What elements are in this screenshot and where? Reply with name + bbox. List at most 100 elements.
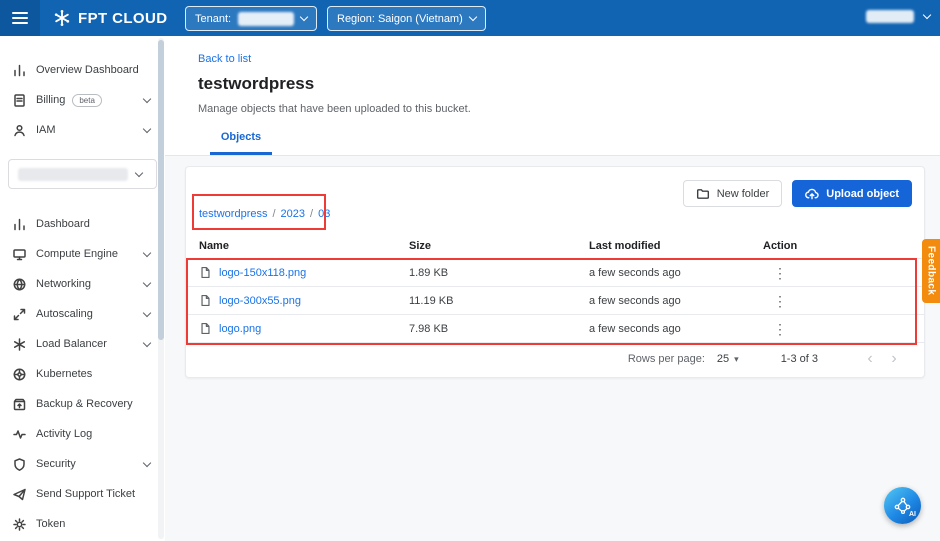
new-folder-button[interactable]: New folder — [683, 180, 783, 207]
sidebar-item-label: Load Balancer — [36, 338, 135, 350]
tenant-value-redacted — [238, 12, 294, 26]
region-selector[interactable]: Region: Saigon (Vietnam) — [327, 6, 486, 31]
sidebar-item-label: Activity Log — [36, 428, 155, 440]
folder-icon — [696, 187, 710, 201]
object-name-link[interactable]: logo.png — [219, 323, 261, 335]
chevron-down-icon — [469, 13, 477, 21]
table-row: logo-150x118.png 1.89 KB a few seconds a… — [186, 259, 924, 287]
chevron-down-icon — [143, 338, 151, 346]
tenant-label: Tenant: — [195, 13, 231, 25]
sidebar-item-label: Backup & Recovery — [36, 398, 155, 410]
breadcrumb-separator: / — [310, 208, 313, 220]
sidebar-item-kubernetes[interactable]: Kubernetes — [0, 359, 165, 389]
sidebar-item-networking[interactable]: Networking — [0, 269, 165, 299]
upload-cloud-icon — [805, 187, 819, 201]
sidebar-item-label: Token — [36, 518, 155, 530]
pagination: Rows per page: 25 ▾ 1-3 of 3 ‹ › — [186, 341, 924, 377]
sidebar-item-backup-recovery[interactable]: Backup & Recovery — [0, 389, 165, 419]
sidebar-item-label: Networking — [36, 278, 135, 290]
sidebar-item-security[interactable]: Security — [0, 449, 165, 479]
feedback-tab[interactable]: Feedback — [922, 239, 940, 303]
breadcrumb-separator: / — [272, 208, 275, 220]
column-header-last-modified: Last modified — [589, 240, 763, 252]
object-name-link[interactable]: logo-150x118.png — [219, 267, 306, 279]
column-header-action: Action — [763, 240, 911, 252]
upload-object-button[interactable]: Upload object — [792, 180, 912, 207]
paper-plane-icon — [12, 487, 27, 502]
load-balancer-icon — [12, 337, 27, 352]
sidebar-item-overview-dashboard[interactable]: Overview Dashboard — [0, 55, 165, 85]
globe-icon — [12, 277, 27, 292]
rows-per-page-value: 25 — [717, 353, 729, 365]
table-row: logo-300x55.png 11.19 KB a few seconds a… — [186, 287, 924, 315]
activity-pulse-icon — [12, 427, 27, 442]
sidebar-item-label: Security — [36, 458, 135, 470]
tenant-selector[interactable]: Tenant: — [185, 6, 317, 31]
toolbar: New folder Upload object — [683, 180, 912, 207]
billing-icon — [12, 93, 27, 108]
rows-per-page-select[interactable]: 25 ▾ — [717, 353, 739, 365]
column-header-size: Size — [409, 240, 589, 252]
sidebar-item-iam[interactable]: IAM — [0, 115, 165, 145]
object-size: 1.89 KB — [409, 267, 589, 279]
object-last-modified: a few seconds ago — [589, 295, 763, 307]
page-subtitle: Manage objects that have been uploaded t… — [198, 103, 471, 115]
shield-icon — [12, 457, 27, 472]
next-page-button[interactable]: › — [882, 350, 906, 368]
row-actions-menu-button[interactable]: ⋮ — [773, 294, 911, 308]
row-actions-menu-button[interactable]: ⋮ — [773, 266, 911, 280]
backup-box-icon — [12, 397, 27, 412]
sidebar-scrollbar[interactable] — [158, 38, 164, 539]
chevron-down-icon — [143, 94, 151, 102]
ai-chat-fab[interactable]: AI — [884, 487, 921, 524]
brand-logo: FPT CLOUD — [52, 8, 167, 28]
row-actions-menu-button[interactable]: ⋮ — [773, 322, 911, 336]
object-last-modified: a few seconds ago — [589, 267, 763, 279]
sidebar-item-label: Dashboard — [36, 218, 155, 230]
breadcrumb-bucket[interactable]: testwordpress — [199, 208, 267, 220]
chevron-down-icon — [135, 169, 143, 177]
hamburger-menu-button[interactable] — [0, 0, 40, 36]
new-folder-label: New folder — [717, 188, 770, 200]
sidebar-item-dashboard[interactable]: Dashboard — [0, 209, 165, 239]
breadcrumb-folder-03[interactable]: 03 — [318, 208, 330, 220]
table-header-row: Name Size Last modified Action — [186, 233, 924, 259]
sidebar-scrollbar-thumb[interactable] — [158, 40, 164, 340]
sidebar-item-label: Billing — [36, 94, 65, 106]
sidebar-item-compute-engine[interactable]: Compute Engine — [0, 239, 165, 269]
sidebar-item-load-balancer[interactable]: Load Balancer — [0, 329, 165, 359]
ai-label: AI — [909, 511, 916, 518]
breadcrumb-folder-2023[interactable]: 2023 — [281, 208, 305, 220]
monitor-icon — [12, 247, 27, 262]
top-bar: FPT CLOUD Tenant: Region: Saigon (Vietna… — [0, 0, 940, 36]
sidebar-item-label: Autoscaling — [36, 308, 135, 320]
tab-objects[interactable]: Objects — [210, 131, 272, 155]
region-label: Region: Saigon (Vietnam) — [337, 13, 463, 25]
breadcrumb: testwordpress / 2023 / 03 — [199, 208, 330, 220]
sidebar-item-activity-log[interactable]: Activity Log — [0, 419, 165, 449]
sidebar-item-autoscaling[interactable]: Autoscaling — [0, 299, 165, 329]
previous-page-button[interactable]: ‹ — [858, 350, 882, 368]
main-content: Back to list testwordpress Manage object… — [165, 36, 940, 541]
sidebar-item-send-support-ticket[interactable]: Send Support Ticket — [0, 479, 165, 509]
rows-per-page-label: Rows per page: — [628, 353, 705, 365]
back-to-list-link[interactable]: Back to list — [198, 53, 251, 65]
page-title: testwordpress — [198, 74, 314, 94]
iam-user-icon — [12, 123, 27, 138]
file-icon — [199, 322, 212, 335]
upload-object-label: Upload object — [826, 188, 899, 200]
object-name-link[interactable]: logo-300x55.png — [219, 295, 301, 307]
project-selector[interactable] — [8, 159, 157, 189]
table-row: logo.png 7.98 KB a few seconds ago ⋮ — [186, 315, 924, 343]
sidebar-item-billing[interactable]: Billing beta — [0, 85, 165, 115]
fpt-cloud-logo-icon — [52, 8, 72, 28]
chevron-down-icon — [143, 124, 151, 132]
scaling-arrows-icon — [12, 307, 27, 322]
sidebar-item-token[interactable]: Token — [0, 509, 165, 539]
chevron-down-icon — [143, 458, 151, 466]
account-menu[interactable] — [866, 10, 930, 23]
sidebar-item-label: IAM — [36, 124, 135, 136]
file-icon — [199, 266, 212, 279]
column-header-name: Name — [199, 240, 409, 252]
caret-down-icon: ▾ — [734, 354, 739, 365]
